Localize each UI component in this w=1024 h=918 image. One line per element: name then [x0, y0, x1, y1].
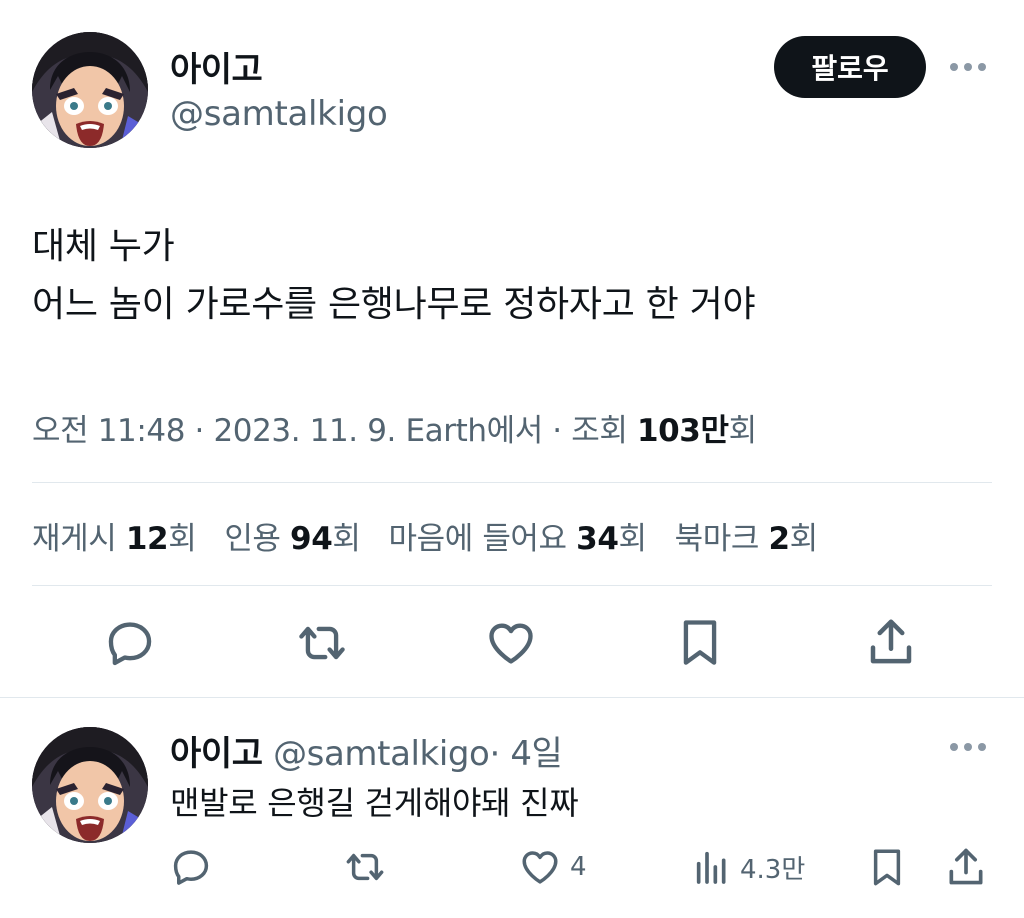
reply-views-count: 4.3만: [740, 854, 806, 885]
retweet-button[interactable]: [294, 617, 350, 669]
stat-likes[interactable]: 마음에 들어요 34회: [389, 513, 648, 558]
bookmark-icon: [674, 615, 726, 669]
tweet-source: Earth에서: [405, 413, 543, 449]
avatar-image: [32, 32, 148, 148]
share-icon: [944, 845, 988, 889]
reply-views-button[interactable]: 4.3만: [692, 846, 805, 888]
views-suffix: 회: [728, 413, 758, 449]
reply-icon: [170, 846, 212, 888]
reply-button[interactable]: [104, 617, 156, 669]
reply-like-button[interactable]: 4: [518, 846, 587, 888]
divider: [32, 482, 992, 483]
tweet-time[interactable]: 오전 11:48: [32, 413, 185, 449]
retweet-icon: [342, 846, 388, 888]
author-avatar[interactable]: [32, 32, 148, 148]
stat-reposts[interactable]: 재게시 12회: [32, 513, 197, 558]
like-button[interactable]: [484, 617, 538, 669]
follow-button[interactable]: 팔로우: [774, 36, 926, 98]
reply-separator: ·: [489, 734, 500, 774]
views-icon: [692, 846, 732, 888]
reply-retweet-button[interactable]: [342, 846, 388, 888]
divider: [0, 697, 1024, 698]
avatar-image: [32, 727, 148, 843]
stat-quotes[interactable]: 인용 94회: [224, 513, 361, 558]
tweet-meta: 오전 11:48 · 2023. 11. 9. Earth에서 · 조회 103…: [32, 405, 757, 450]
tweet-date[interactable]: 2023. 11. 9.: [213, 413, 396, 449]
like-icon: [518, 846, 562, 888]
bookmark-button[interactable]: [674, 615, 726, 669]
tweet-text: 대체 누가 어느 놈이 가로수를 은행나무로 정하자고 한 거야: [32, 218, 992, 334]
stat-bookmarks[interactable]: 북마크 2회: [675, 513, 819, 558]
more-options-icon[interactable]: [950, 63, 986, 71]
views-value: 103만: [636, 413, 729, 449]
views-label: 조회: [571, 413, 628, 449]
tweet-text-line: 대체 누가: [32, 226, 175, 267]
engagement-stats: 재게시 12회 인용 94회 마음에 들어요 34회 북마크 2회: [32, 513, 818, 558]
reply-more-options-icon[interactable]: [950, 743, 986, 751]
reply-header: 아이고 @samtalkigo· 4일: [170, 726, 563, 775]
reply-reply-button[interactable]: [170, 846, 212, 888]
reply-time[interactable]: 4일: [510, 734, 563, 774]
reply-like-count: 4: [570, 852, 587, 882]
meta-separator: ·: [194, 413, 205, 449]
bookmark-icon: [866, 845, 908, 889]
author-display-name[interactable]: 아이고: [170, 42, 263, 91]
divider: [32, 585, 992, 586]
meta-separator: ·: [552, 413, 562, 449]
reply-icon: [104, 617, 156, 669]
reply-text: 맨발로 은행길 걷게해야돼 진짜: [170, 784, 579, 822]
share-icon: [864, 615, 918, 669]
share-button[interactable]: [864, 615, 918, 669]
reply-author-avatar[interactable]: [32, 727, 148, 843]
reply-bookmark-button[interactable]: [866, 845, 908, 889]
reply-display-name[interactable]: 아이고: [170, 734, 263, 774]
author-handle[interactable]: @samtalkigo: [170, 94, 388, 134]
reply-handle[interactable]: @samtalkigo: [273, 734, 490, 774]
tweet-detail-page: 아이고 @samtalkigo 팔로우 대체 누가 어느 놈이 가로수를 은행나…: [0, 0, 1024, 918]
like-icon: [484, 617, 538, 669]
retweet-icon: [294, 617, 350, 669]
tweet-text-line: 어느 놈이 가로수를 은행나무로 정하자고 한 거야: [32, 284, 756, 325]
reply-share-button[interactable]: [944, 845, 988, 889]
